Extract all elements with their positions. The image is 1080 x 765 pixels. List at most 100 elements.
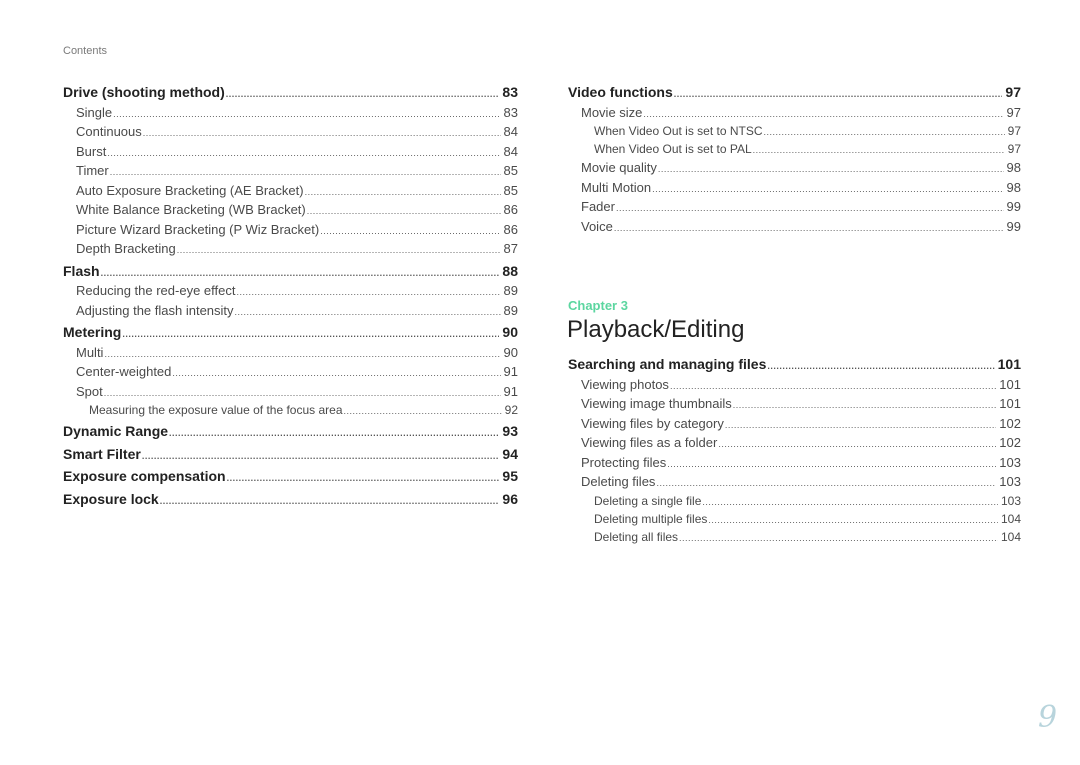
toc-subsection-entry[interactable]: Measuring the exposure value of the focu… (63, 401, 518, 419)
toc-entry-title: Multi (76, 344, 104, 360)
toc-section-entry[interactable]: Metering 90 (63, 323, 518, 343)
toc-entry-title: Movie size (581, 104, 643, 120)
toc-section-entry[interactable]: Dynamic Range 93 (63, 422, 518, 442)
toc-subsection-entry[interactable]: Movie size 97 (568, 103, 1021, 123)
toc-dot-leader (658, 158, 1004, 178)
toc-entry-title: Deleting multiple files (594, 511, 708, 526)
toc-right-column-top: Video functions97Movie size97When Video … (568, 80, 1021, 236)
toc-subsection-entry[interactable]: When Video Out is set to PAL 97 (568, 140, 1021, 158)
toc-dot-leader (643, 103, 1003, 123)
toc-entry-page: 83 (503, 104, 518, 120)
toc-subsection-entry[interactable]: Viewing photos 101 (568, 375, 1021, 395)
toc-entry-title: Fader (581, 199, 615, 214)
toc-section-entry[interactable]: Flash 88 (63, 262, 518, 282)
toc-section-entry[interactable]: Video functions 97 (568, 83, 1021, 103)
toc-entry-page: 103 (999, 454, 1021, 470)
toc-entry-page: 102 (999, 415, 1021, 431)
toc-subsection-entry[interactable]: Voice 99 (568, 217, 1021, 237)
toc-dot-leader (110, 161, 501, 181)
toc-entry-page: 103 (999, 474, 1021, 489)
toc-entry-title: Burst (76, 143, 107, 159)
toc-dot-leader (160, 490, 500, 510)
toc-left-column: Drive (shooting method) 83 Single 83 Continu… (63, 80, 518, 509)
toc-subsection-entry[interactable]: Depth Bracketing 87 (63, 239, 518, 259)
toc-section-entry[interactable]: Searching and managing files 101 (568, 355, 1021, 375)
toc-section-entry[interactable]: Exposure lock 96 (63, 490, 518, 510)
toc-entry-page: 89 (503, 302, 518, 318)
toc-subsection-entry[interactable]: Viewing files as a folder 102 (568, 433, 1021, 453)
toc-subsection-entry[interactable]: Fader 99 (568, 197, 1021, 217)
toc-dot-leader (305, 181, 501, 201)
toc-entry-title: Searching and managing files (568, 356, 767, 372)
chapter-title: Playback/Editing (567, 316, 745, 343)
toc-entry-page: 88 (502, 262, 518, 279)
toc-section-entry[interactable]: Smart Filter 94 (63, 445, 518, 465)
toc-entry-page: 99 (1006, 199, 1021, 214)
toc-section-entry[interactable]: Drive (shooting method) 83 (63, 83, 518, 103)
toc-entry-page: 97 (1006, 104, 1021, 120)
toc-right-column-bottom: Searching and managing files 101 Viewing p… (568, 352, 1021, 546)
toc-entry-page: 97 (1007, 124, 1021, 138)
toc-entry-title: Dynamic Range (63, 423, 169, 439)
toc-entry-page: 85 (503, 182, 518, 198)
toc-subsection-entry[interactable]: Auto Exposure Bracketing (AE Bracket) 85 (63, 181, 518, 201)
toc-entry-title: Spot (76, 383, 103, 399)
toc-entry-title: Measuring the exposure value of the focu… (89, 403, 343, 417)
toc-subsection-entry[interactable]: Deleting all files 104 (568, 528, 1021, 546)
toc-entry-title: Movie quality (581, 160, 657, 175)
toc-subsection-entry[interactable]: Spot 91 (63, 382, 518, 402)
toc-dot-leader (307, 200, 501, 220)
toc-subsection-entry[interactable]: Viewing image thumbnails 101 (568, 394, 1021, 414)
toc-entry-page: 85 (503, 163, 518, 178)
toc-subsection-entry[interactable]: When Video Out is set to NTSC 97 (568, 122, 1021, 140)
toc-entry-title: Video functions (568, 84, 673, 100)
toc-subsection-entry[interactable]: Protecting files 103 (568, 453, 1021, 473)
toc-entry-title: Timer (76, 163, 109, 178)
toc-subsection-entry[interactable]: Timer 85 (63, 161, 518, 181)
toc-subsection-entry[interactable]: Viewing files by category 102 (568, 414, 1021, 434)
toc-subsection-entry[interactable]: White Balance Bracketing (WB Bracket) 86 (63, 200, 518, 220)
toc-entry-page: 91 (503, 364, 518, 379)
toc-subsection-entry[interactable]: Deleting files 103 (568, 472, 1021, 492)
toc-subsection-entry[interactable]: Center-weighted 91 (63, 362, 518, 382)
toc-dot-leader (652, 178, 1003, 198)
toc-dot-leader (702, 492, 998, 510)
toc-dot-leader (764, 122, 1005, 140)
toc-subsection-entry[interactable]: Deleting multiple files 104 (568, 510, 1021, 528)
toc-subsection-entry[interactable]: Picture Wizard Bracketing (P Wiz Bracket… (63, 220, 518, 240)
toc-entry-title: Drive (shooting method) (63, 84, 225, 100)
toc-entry-page: 97 (1007, 142, 1021, 156)
toc-dot-leader (107, 142, 500, 162)
toc-dot-leader (113, 103, 500, 123)
toc-subsection-entry[interactable]: Reducing the red-eye effect 89 (63, 281, 518, 301)
toc-dot-leader (767, 355, 994, 375)
toc-subsection-entry[interactable]: Adjusting the flash intensity 89 (63, 301, 518, 321)
toc-entry-page: 102 (999, 435, 1021, 450)
toc-entry-page: 101 (997, 356, 1021, 372)
toc-entry-page: 86 (503, 202, 518, 217)
toc-entry-page: 89 (503, 283, 518, 298)
toc-entry-title: Voice (581, 218, 613, 234)
toc-entry-title: Deleting all files (594, 529, 679, 544)
toc-entry-title: Viewing photos (581, 376, 669, 392)
toc-dot-leader (679, 528, 998, 546)
toc-entry-title: White Balance Bracketing (WB Bracket) (76, 202, 306, 217)
toc-entry-page: 90 (502, 324, 518, 340)
toc-dot-leader (235, 301, 501, 321)
toc-subsection-entry[interactable]: Multi 90 (63, 343, 518, 363)
toc-entry-title: Picture Wizard Bracketing (P Wiz Bracket… (76, 221, 320, 237)
toc-dot-leader (143, 122, 501, 142)
toc-dot-leader (122, 323, 499, 343)
contents-header: Contents (63, 45, 108, 57)
toc-dot-leader (104, 382, 501, 402)
toc-subsection-entry[interactable]: Multi Motion 98 (568, 178, 1021, 198)
toc-subsection-entry[interactable]: Deleting a single file 103 (568, 492, 1021, 510)
toc-section-entry[interactable]: Exposure compensation 95 (63, 467, 518, 487)
toc-subsection-entry[interactable]: Single 83 (63, 103, 518, 123)
toc-dot-leader (142, 445, 500, 465)
toc-dot-leader (616, 197, 1004, 217)
toc-subsection-entry[interactable]: Continuous 84 (63, 122, 518, 142)
toc-subsection-entry[interactable]: Movie quality 98 (568, 158, 1021, 178)
toc-dot-leader (614, 217, 1004, 237)
toc-subsection-entry[interactable]: Burst 84 (63, 142, 518, 162)
